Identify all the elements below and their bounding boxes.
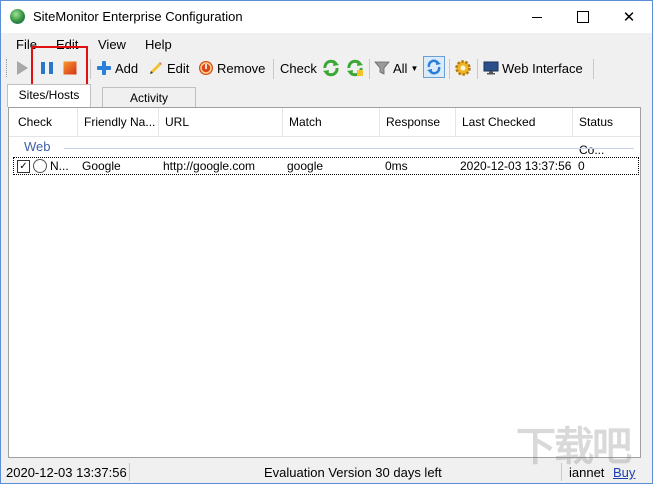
cell-response: 0ms [385, 159, 408, 173]
sites-list: Check Friendly Na... URL Match Response … [8, 107, 641, 458]
edit-button[interactable]: Edit [148, 57, 189, 79]
watermark-logo: 下载吧 [516, 425, 632, 469]
add-icon [97, 61, 111, 75]
pencil-icon [150, 62, 162, 74]
add-button[interactable]: Add [96, 57, 138, 79]
cell-last-checked: 2020-12-03 13:37:56 [460, 159, 572, 173]
column-url[interactable]: URL [159, 108, 283, 136]
menu-view[interactable]: View [98, 37, 126, 52]
cell-match: google [287, 159, 324, 173]
table-row[interactable]: ✓ N... Google http://google.com google 0… [13, 157, 639, 175]
toolbar-grip [6, 59, 9, 77]
refresh-icon [323, 59, 339, 77]
settings-button[interactable] [454, 57, 472, 79]
refresh-button[interactable] [322, 57, 340, 79]
minimize-button[interactable] [514, 1, 560, 33]
web-interface-button[interactable]: Web Interface [483, 57, 583, 79]
toolbar-separator [90, 59, 91, 79]
row-checkbox[interactable]: ✓ [17, 160, 30, 173]
menu-help[interactable]: Help [145, 37, 172, 52]
minimize-icon [532, 16, 542, 18]
toolbar-separator [593, 59, 594, 79]
edit-label: Edit [167, 60, 190, 76]
check-button[interactable]: Check [280, 57, 317, 79]
toolbar-separator [449, 59, 450, 79]
chevron-down-icon: ▼ [410, 63, 419, 73]
cell-check: N... [50, 159, 69, 173]
column-match[interactable]: Match [283, 108, 380, 136]
toolbar-separator [477, 59, 478, 79]
column-response[interactable]: Response [380, 108, 456, 136]
cell-friendly-name: Google [82, 159, 121, 173]
web-interface-label: Web Interface [502, 60, 583, 76]
status-indicator-icon [33, 159, 47, 173]
column-check[interactable]: Check [12, 108, 78, 136]
monitor-icon [483, 61, 499, 75]
tab-activity[interactable]: Activity [102, 87, 196, 108]
tab-sites-hosts[interactable]: Sites/Hosts [7, 84, 91, 107]
column-header: Check Friendly Na... URL Match Response … [9, 108, 640, 157]
tab-strip: Sites/Hosts Activity [1, 84, 652, 108]
close-button[interactable]: ✕ [606, 1, 652, 33]
remove-button[interactable]: Remove [198, 57, 265, 79]
column-status-code[interactable]: Status Co... [573, 108, 639, 157]
refresh-all-button[interactable] [346, 57, 364, 79]
check-label: Check [280, 60, 317, 76]
column-friendly-name[interactable]: Friendly Na... [78, 108, 159, 136]
group-label: Web [24, 139, 51, 154]
play-icon [17, 61, 28, 75]
app-globe-icon [10, 9, 25, 24]
window-title: SiteMonitor Enterprise Configuration [33, 9, 243, 24]
filter-icon [374, 61, 390, 75]
app-window: SiteMonitor Enterprise Configuration ✕ F… [0, 0, 653, 484]
highlight-annotation [31, 46, 88, 86]
status-time: 2020-12-03 13:37:56 [6, 465, 127, 480]
sync-icon [427, 59, 441, 75]
status-separator [129, 463, 130, 481]
cell-url: http://google.com [163, 159, 256, 173]
refresh-all-icon [347, 59, 363, 77]
column-last-checked[interactable]: Last Checked [456, 108, 573, 136]
settings-icon [455, 60, 471, 76]
remove-label: Remove [217, 60, 266, 76]
group-divider [64, 148, 634, 149]
status-evaluation: Evaluation Version 30 days left [264, 465, 442, 480]
auto-refresh-toggle[interactable] [423, 56, 445, 78]
play-button[interactable] [14, 57, 30, 79]
cell-status-code: 0 [578, 159, 585, 173]
filter-dropdown[interactable]: All ▼ [374, 57, 418, 79]
filter-label: All [393, 60, 408, 76]
menu-bar: File Edit View Help [1, 34, 652, 54]
toolbar: Add Edit Remove Check All ▼ Web Interfac… [1, 55, 652, 81]
title-bar[interactable]: SiteMonitor Enterprise Configuration ✕ [1, 1, 652, 33]
add-label: Add [115, 60, 139, 76]
toolbar-separator [273, 59, 274, 79]
maximize-button[interactable] [560, 1, 606, 33]
maximize-icon [577, 11, 589, 23]
close-icon: ✕ [622, 9, 636, 26]
toolbar-separator [369, 59, 370, 79]
remove-icon [199, 61, 213, 75]
